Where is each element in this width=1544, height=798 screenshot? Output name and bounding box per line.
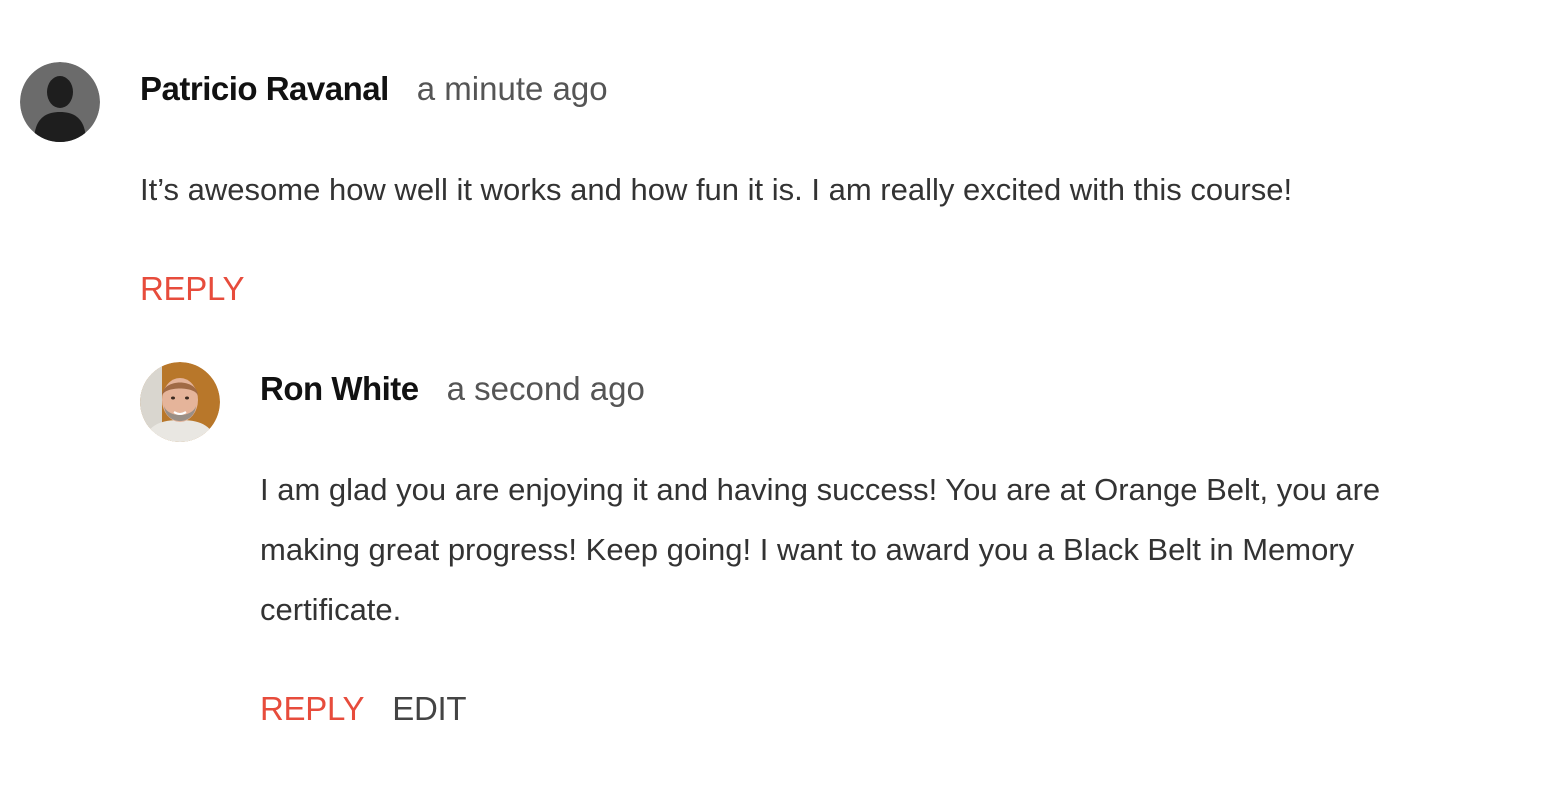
comment-actions: REPLY EDIT [260, 690, 467, 728]
comment-body: It’s awesome how well it works and how f… [140, 172, 1293, 207]
comment-timestamp: a second ago [446, 370, 645, 407]
avatar[interactable] [140, 362, 220, 442]
comment-actions: REPLY [140, 270, 245, 308]
avatar[interactable] [20, 62, 100, 142]
user-photo-icon [140, 362, 220, 442]
comment-timestamp: a minute ago [416, 70, 608, 107]
comment-meta: Patricio Ravanal a minute ago [140, 70, 608, 108]
comment-meta: Ron White a second ago [260, 370, 645, 408]
comment-author[interactable]: Ron White [260, 370, 419, 408]
user-silhouette-icon [20, 62, 100, 142]
comment-body: I am glad you are enjoying it and having… [260, 472, 1381, 627]
comment-author[interactable]: Patricio Ravanal [140, 70, 389, 108]
edit-button[interactable]: EDIT [392, 690, 466, 728]
reply-button[interactable]: REPLY [260, 690, 365, 728]
reply-button[interactable]: REPLY [140, 270, 245, 308]
